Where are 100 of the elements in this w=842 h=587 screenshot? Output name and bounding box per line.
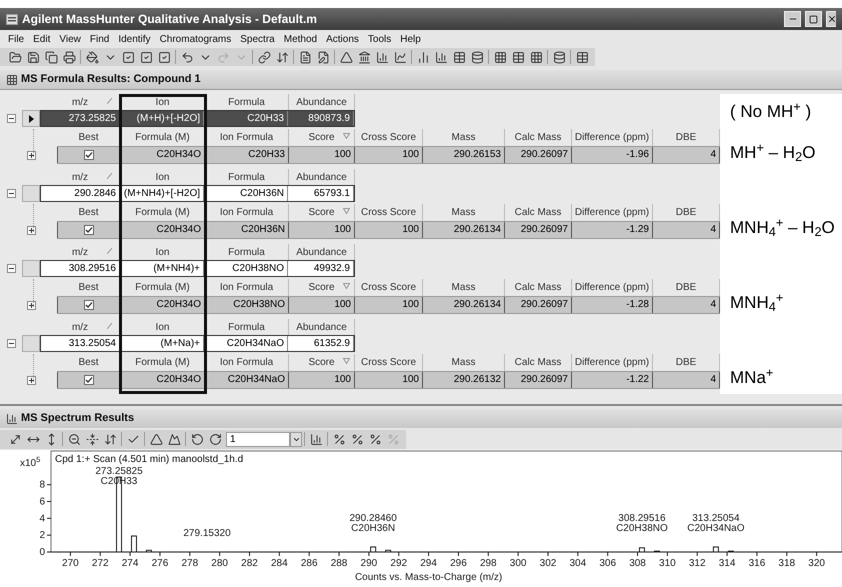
panel-title: MS Formula Results: Compound 1 xyxy=(21,72,201,88)
table-cell: 100 xyxy=(289,147,355,163)
table-cell: C20H38NO xyxy=(205,297,289,313)
expand-icon[interactable] xyxy=(26,376,36,384)
collapse-icon[interactable] xyxy=(6,264,16,273)
table-cell: 290.26134 xyxy=(423,297,505,313)
copy-icon xyxy=(44,50,58,64)
bar-chart-icon xyxy=(434,50,448,64)
minimize-button[interactable] xyxy=(784,11,801,27)
percent-icon xyxy=(332,432,346,446)
close-button[interactable] xyxy=(826,11,836,27)
check-icon xyxy=(85,376,93,384)
check-icon xyxy=(85,151,93,159)
sort-icon xyxy=(107,98,112,104)
table-cell: C20H33 xyxy=(205,147,289,163)
table-cell: 308.29516 xyxy=(41,261,120,276)
expand-icon[interactable] xyxy=(26,300,36,310)
grid-icon xyxy=(494,50,506,64)
menu-item[interactable]: Edit xyxy=(33,32,50,46)
table-cell: 273.25825 xyxy=(41,111,120,126)
collapse-icon[interactable] xyxy=(6,114,16,123)
database-icon xyxy=(470,50,484,64)
menu-item[interactable]: Method xyxy=(284,32,318,46)
dropdown-button[interactable] xyxy=(290,432,302,446)
percent-icon xyxy=(368,432,382,446)
table-row[interactable]: 273.25825 (M+H)+[-H2O] C20H33 890873.9 xyxy=(40,110,355,127)
chart-title: Cpd 1:+ Scan (4.501 min) manoolstd_1h.d xyxy=(55,454,244,465)
peak-label: C20H36N xyxy=(351,523,396,534)
scan-field[interactable]: 1 xyxy=(226,432,290,446)
table-cell: -1.28 xyxy=(572,297,653,313)
table-cell: 100 xyxy=(355,297,423,313)
table-cell: C20H34NaO xyxy=(204,336,288,351)
checkbox[interactable] xyxy=(84,300,94,310)
window-title: Agilent MassHunter Qualitative Analysis - Default.m xyxy=(22,11,318,28)
table-cell: -1.96 xyxy=(572,147,653,163)
sort-icon xyxy=(107,248,112,254)
menu-item[interactable]: Help xyxy=(400,32,421,46)
menu-item[interactable]: Spectra xyxy=(240,32,275,46)
check-icon xyxy=(126,432,140,446)
menu-item[interactable]: Identify xyxy=(118,32,151,46)
tick-label: 272 xyxy=(92,558,109,569)
scale-label: x10$^{5}$ xyxy=(20,456,40,471)
panel-title: MS Spectrum Results xyxy=(21,411,134,426)
close-icon xyxy=(827,14,836,24)
checkbox[interactable] xyxy=(84,225,94,235)
checkbox-icon xyxy=(140,50,152,64)
bar-chart-icon xyxy=(376,50,388,64)
menu-item[interactable]: Tools xyxy=(368,32,392,46)
expand-icon[interactable] xyxy=(26,150,36,160)
row-header-cell[interactable] xyxy=(22,335,40,352)
table-icon xyxy=(512,50,524,64)
tick-label: 292 xyxy=(390,558,408,569)
checkbox-icon xyxy=(158,50,170,64)
table-cell: C20H34O xyxy=(121,297,205,313)
menu-item[interactable]: View xyxy=(59,32,81,46)
row-pointer-icon xyxy=(28,114,34,122)
expand-icon[interactable] xyxy=(26,226,36,234)
table-cell: 65793.1 xyxy=(288,186,354,201)
menu-item[interactable]: Actions xyxy=(326,32,359,46)
paint-bucket-icon xyxy=(86,50,98,64)
menu-item[interactable]: File xyxy=(8,32,24,46)
annotation-label: MNa$^{+}$ xyxy=(730,369,774,387)
menu-item[interactable]: Chromatograms xyxy=(160,32,232,46)
row-header-cell[interactable] xyxy=(22,260,40,277)
table-cell: 100 xyxy=(355,372,423,388)
app-icon xyxy=(6,14,18,24)
table-row[interactable]: 313.25054 (M+Na)+ C20H34NaO 61352.9 xyxy=(40,335,355,352)
table-row[interactable]: 290.2846 (M+NH4)+[-H2O] C20H36N 65793.1 xyxy=(40,185,355,202)
table-icon xyxy=(576,50,588,64)
row-header-cell[interactable] xyxy=(22,185,40,202)
tick-label: 6 xyxy=(39,496,45,508)
table-cell: 100 xyxy=(289,222,355,238)
table-cell: 290.2846 xyxy=(41,186,120,201)
annotation-label: MH$^{+}$ – H$_{2}$O xyxy=(730,144,816,162)
menu-item[interactable]: Find xyxy=(90,32,110,46)
table-cell: (M+NH4)+[-H2O] xyxy=(120,186,204,201)
tick-label: 302 xyxy=(540,558,556,569)
check-icon xyxy=(85,226,93,234)
tick-label: 288 xyxy=(330,558,348,569)
maximize-button[interactable] xyxy=(805,11,822,27)
collapse-icon[interactable] xyxy=(6,189,16,198)
table-cell: (M+Na)+ xyxy=(120,336,204,351)
filter-icon xyxy=(343,133,350,139)
checkbox[interactable] xyxy=(84,375,94,385)
tick-label: 280 xyxy=(211,558,228,569)
table-cell: 290.26097 xyxy=(505,222,572,238)
tick-label: 304 xyxy=(570,558,586,569)
collapse-icon[interactable] xyxy=(6,339,16,348)
triangle-icon xyxy=(150,432,162,446)
bar xyxy=(130,536,137,552)
table-cell: C20H34O xyxy=(121,147,205,163)
peak-label: 290.28460 xyxy=(350,513,397,524)
peak-icon xyxy=(168,432,180,446)
row-header-cell[interactable] xyxy=(22,110,40,127)
table-row[interactable]: 308.29516 (M+NH4)+ C20H38NO 49932.9 xyxy=(40,260,355,277)
table-cell: -1.22 xyxy=(572,372,653,388)
tick-label: 0 xyxy=(39,547,45,558)
filter-icon xyxy=(343,283,350,289)
table-cell: (M+H)+[-H2O] xyxy=(120,111,204,126)
checkbox[interactable] xyxy=(84,150,94,160)
